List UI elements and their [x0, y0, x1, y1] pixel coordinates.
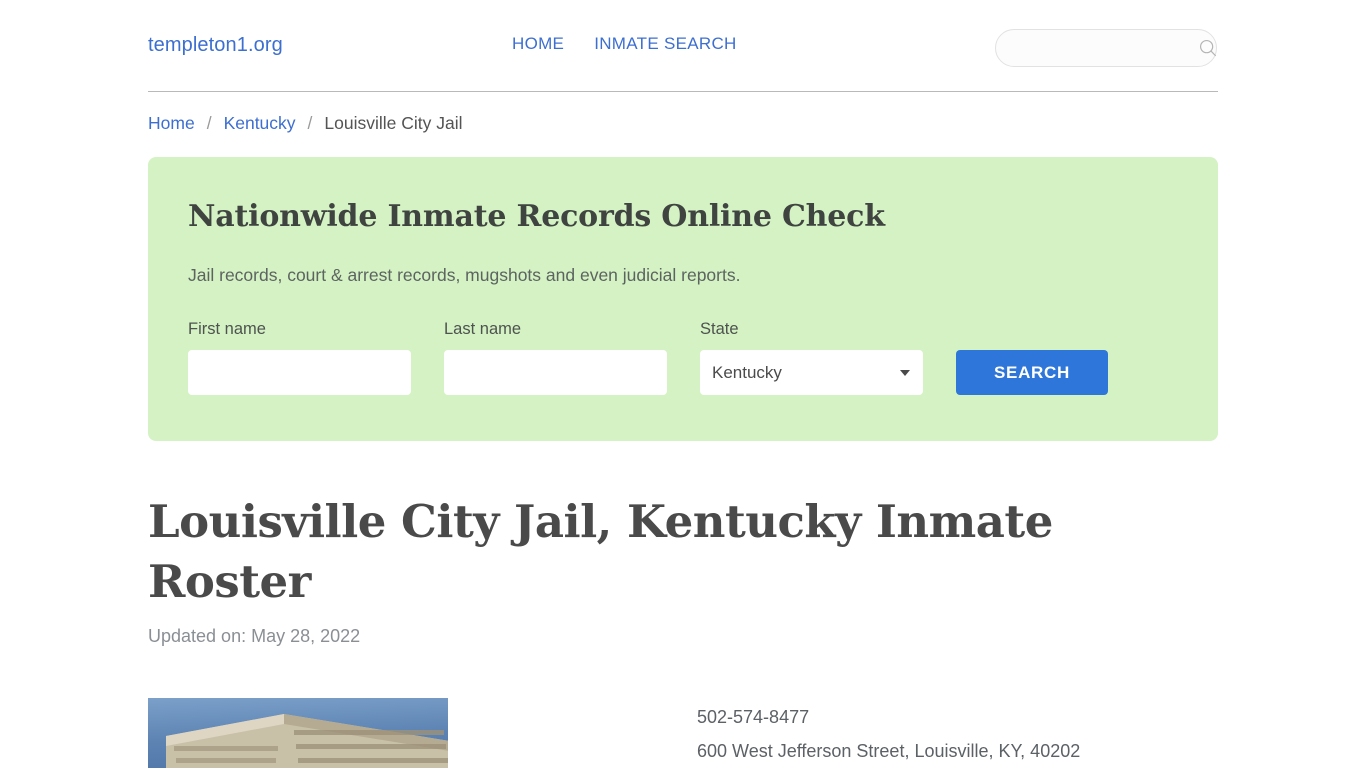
- inmate-search-panel: Nationwide Inmate Records Online Check J…: [148, 157, 1218, 441]
- updated-date: Updated on: May 28, 2022: [148, 626, 361, 646]
- nav-item-inmate-search[interactable]: INMATE SEARCH: [594, 34, 736, 54]
- breadcrumb-item-current: Louisville City Jail: [324, 113, 463, 133]
- search-submit-button[interactable]: SEARCH: [956, 350, 1108, 395]
- breadcrumb: Home / Kentucky / Louisville City Jail: [148, 113, 463, 134]
- breadcrumb-item-home[interactable]: Home: [148, 113, 195, 134]
- state-label: State: [700, 320, 739, 338]
- state-select[interactable]: Kentucky: [700, 350, 923, 395]
- page-title: Louisville City Jail, Kentucky Inmate Ro…: [148, 495, 1053, 608]
- header-search-box[interactable]: [995, 29, 1217, 67]
- facility-address: 600 West Jefferson Street, Louisville, K…: [697, 741, 1081, 761]
- facility-phone: 502-574-8477: [697, 707, 810, 727]
- photo-building: [166, 714, 448, 768]
- state-field-group: State Kentucky: [700, 320, 923, 395]
- facility-photo: [148, 698, 448, 768]
- breadcrumb-item-kentucky[interactable]: Kentucky: [224, 113, 296, 134]
- nav-item-home[interactable]: HOME: [512, 34, 564, 54]
- site-header: templeton1.org HOME INMATE SEARCH: [148, 0, 1218, 92]
- search-icon[interactable]: [1197, 37, 1219, 59]
- breadcrumb-separator: /: [307, 113, 313, 133]
- first-name-field-group: First name: [188, 320, 411, 395]
- promo-subtitle: Jail records, court & arrest records, mu…: [188, 265, 741, 285]
- page-root: templeton1.org HOME INMATE SEARCH Home /…: [0, 0, 1366, 768]
- header-search-input[interactable]: [1012, 30, 1197, 66]
- inmate-search-form: First name Last name State Kentucky SEAR…: [188, 320, 1108, 395]
- promo-title: Nationwide Inmate Records Online Check: [188, 199, 885, 234]
- state-select-wrapper[interactable]: Kentucky: [700, 350, 923, 395]
- last-name-input[interactable]: [444, 350, 667, 395]
- site-logo[interactable]: templeton1.org: [148, 34, 283, 57]
- last-name-label: Last name: [444, 320, 522, 338]
- breadcrumb-separator: /: [206, 113, 212, 133]
- main-navigation: HOME INMATE SEARCH: [512, 34, 737, 54]
- facility-contact: 502-574-8477 600 West Jefferson Street, …: [697, 700, 1080, 768]
- first-name-label: First name: [188, 320, 266, 338]
- first-name-input[interactable]: [188, 350, 411, 395]
- last-name-field-group: Last name: [444, 320, 667, 395]
